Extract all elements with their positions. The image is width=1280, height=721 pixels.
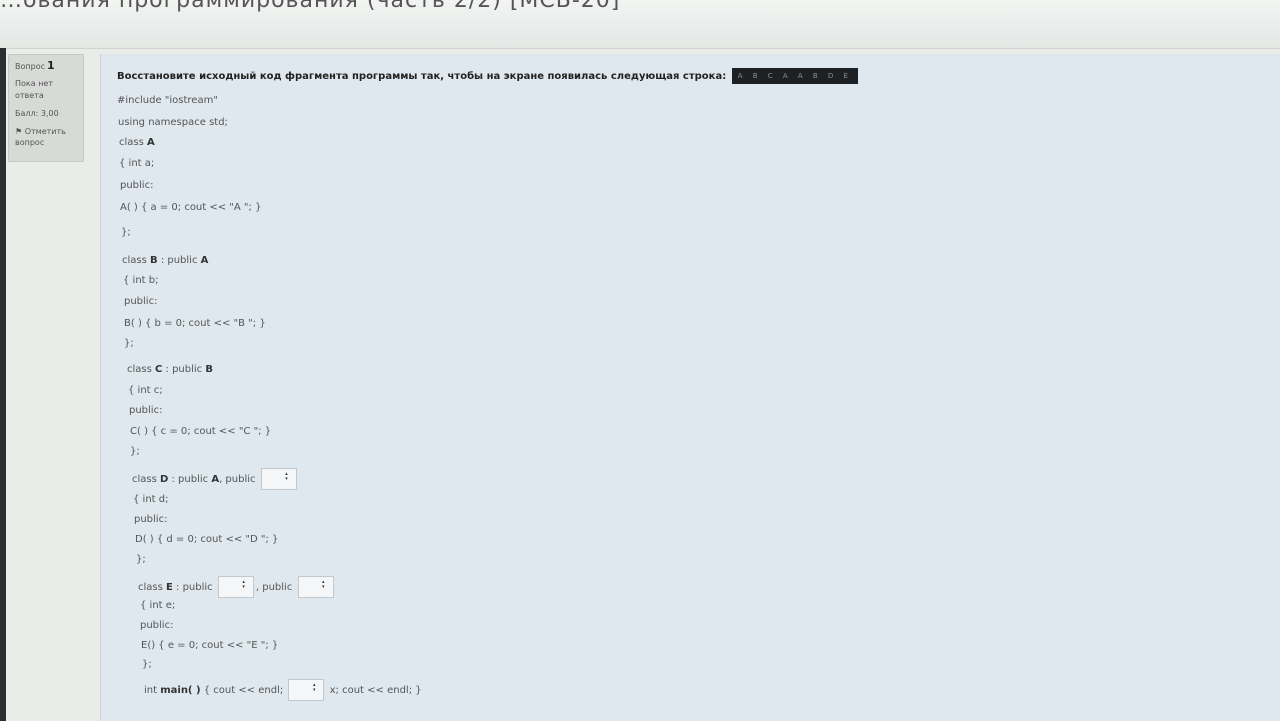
code-text: x; cout << endl; } [326, 685, 422, 696]
left-edge [0, 48, 6, 721]
code-text: : public [172, 582, 213, 593]
class-name: A [211, 474, 220, 485]
question-content: Восстановите исходный код фрагмента прог… [100, 54, 1280, 721]
class-name: E [166, 582, 173, 593]
question-text-row: Восстановите исходный код фрагмента прог… [117, 68, 858, 84]
code-line: public: [140, 620, 174, 631]
code-line: { int e; [140, 600, 176, 611]
code-keyword: class [127, 364, 156, 375]
code-line: B( ) { b = 0; cout << "B "; } [124, 318, 266, 329]
flag-question-label: Отметить вопрос [15, 127, 66, 147]
code-line: { int c; [128, 385, 163, 396]
object-class-select[interactable] [288, 679, 325, 701]
code-line: }; [124, 338, 134, 349]
code-line: class B : public A [122, 255, 208, 266]
base-class-select[interactable] [260, 468, 297, 490]
code-line: public: [129, 405, 163, 416]
question-number: 1 [46, 59, 55, 72]
code-keyword: class [122, 255, 151, 266]
code-line: E() { e = 0; cout << "E "; } [141, 640, 279, 651]
class-name: B [205, 364, 213, 375]
code-line: }; [130, 446, 140, 457]
code-line: { int d; [133, 494, 169, 505]
code-line: { int b; [123, 275, 159, 286]
code-line: }; [142, 659, 152, 670]
question-number-row: Вопрос 1 [15, 59, 77, 72]
code-keyword: class [138, 582, 167, 593]
code-text: : public [157, 255, 201, 266]
class-name: B [150, 255, 158, 266]
code-line: class D : public A, public [132, 468, 299, 490]
question-info-panel: Вопрос 1 Пока нет ответа Балл: 3,00 ⚑ От… [8, 54, 84, 162]
code-line: public: [124, 296, 158, 307]
question-text: Восстановите исходный код фрагмента прог… [117, 71, 727, 82]
flag-question-button[interactable]: ⚑ Отметить вопрос [15, 126, 77, 148]
code-line: }; [121, 227, 131, 238]
code-line: int main( ) { cout << endl; x; cout << e… [144, 679, 422, 701]
code-keyword: class [132, 474, 161, 485]
code-text: , public [219, 474, 256, 485]
page-title: …ования программирования (часть 2/2) [МС… [0, 0, 621, 13]
code-line: using namespace std; [118, 117, 228, 128]
code-text: { cout << endl; [200, 685, 284, 696]
code-text: : public [162, 364, 206, 375]
base-class-select[interactable] [217, 576, 254, 598]
code-line: C( ) { c = 0; cout << "C "; } [130, 426, 272, 437]
question-status: Пока нет ответа [15, 79, 53, 100]
expected-output: A B C A A B D E [731, 68, 858, 84]
code-keyword: class [119, 137, 148, 148]
class-name: A [147, 137, 155, 148]
code-line: D( ) { d = 0; cout << "D "; } [135, 534, 279, 545]
code-line: A( ) { a = 0; cout << "A "; } [120, 202, 262, 213]
code-line: class C : public B [127, 364, 213, 375]
code-text: : public [168, 474, 212, 485]
code-line: #include "iostream" [117, 95, 218, 106]
code-line: class E : public , public [138, 576, 336, 598]
code-keyword: int [144, 685, 161, 696]
base-class-select[interactable] [297, 576, 334, 598]
code-line: public: [134, 514, 168, 525]
code-text: , public [255, 582, 293, 593]
code-line: class A [119, 137, 155, 148]
code-line: public: [120, 180, 154, 191]
page-header: …ования программирования (часть 2/2) [МС… [0, 0, 1280, 49]
question-label: Вопрос [15, 62, 45, 71]
main-function: main( ) [160, 685, 201, 696]
code-line: { int a; [119, 158, 155, 169]
class-name: A [200, 255, 209, 266]
code-line: }; [136, 554, 146, 565]
question-score: Балл: 3,00 [15, 109, 59, 118]
flag-icon: ⚑ [15, 127, 23, 136]
